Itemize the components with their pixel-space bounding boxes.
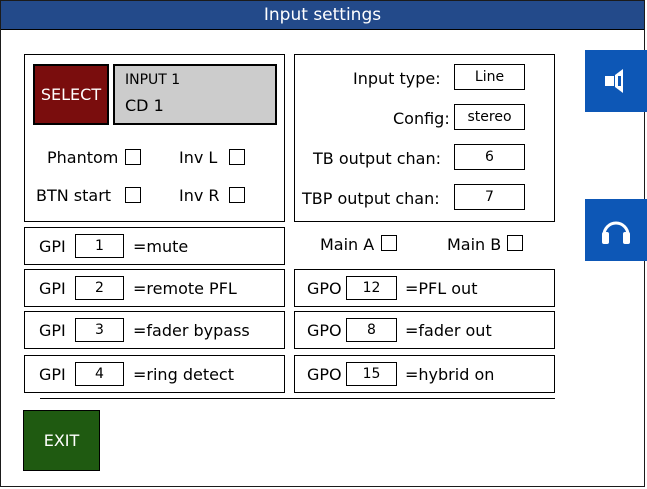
tbp-output-field[interactable]: 7: [454, 184, 525, 210]
gpi-row: GPI 3 =fader bypass: [24, 311, 285, 349]
gpo-number-field[interactable]: 15: [346, 362, 397, 386]
gpi-function: =ring detect: [133, 365, 234, 384]
gpo-number-field[interactable]: 12: [346, 276, 397, 300]
gpi-number-field[interactable]: 1: [75, 234, 124, 258]
tbp-output-label: TBP output chan:: [302, 189, 440, 208]
config-label: Config:: [393, 109, 450, 128]
gpi-prefix: GPI: [39, 279, 66, 298]
gpi-prefix: GPI: [39, 365, 66, 384]
inv-r-label: Inv R: [179, 186, 220, 205]
input-type-label: Input type:: [353, 69, 441, 88]
main-a-checkbox[interactable]: [381, 235, 397, 251]
gpi-row: GPI 1 =mute: [24, 227, 285, 265]
main-b-checkbox[interactable]: [507, 235, 523, 251]
gpi-prefix: GPI: [39, 321, 66, 340]
tb-output-field[interactable]: 6: [454, 144, 525, 170]
gpi-function: =mute: [133, 237, 189, 256]
gpo-function: =hybrid on: [405, 365, 495, 384]
gpi-number-field[interactable]: 4: [75, 362, 124, 386]
phantom-label: Phantom: [47, 148, 119, 167]
gpo-number-field[interactable]: 8: [346, 318, 397, 342]
gpo-prefix: GPO: [307, 365, 342, 384]
btn-start-checkbox[interactable]: [125, 187, 141, 203]
headphones-icon: [602, 221, 630, 244]
gpo-prefix: GPO: [307, 279, 342, 298]
gpo-row: GPO 12 =PFL out: [294, 269, 555, 307]
gpo-row: GPO 15 =hybrid on: [294, 355, 555, 393]
inv-l-checkbox[interactable]: [229, 149, 245, 165]
gpo-row: GPO 8 =fader out: [294, 311, 555, 349]
gpi-prefix: GPI: [39, 237, 66, 256]
speaker-button[interactable]: [585, 50, 647, 112]
input-type-field[interactable]: Line: [454, 64, 525, 90]
input-info-panel[interactable]: INPUT 1 CD 1: [113, 64, 277, 125]
main-a-label: Main A: [320, 235, 375, 254]
gpi-function: =fader bypass: [133, 321, 250, 340]
gpo-function: =PFL out: [405, 279, 478, 298]
config-field[interactable]: stereo: [454, 104, 525, 130]
headphones-button[interactable]: [585, 199, 647, 261]
phantom-checkbox[interactable]: [125, 149, 141, 165]
input-source: CD 1: [125, 96, 164, 115]
btn-start-label: BTN start: [36, 186, 112, 205]
gpo-function: =fader out: [405, 321, 492, 340]
divider: [40, 398, 555, 399]
gpi-row: GPI 4 =ring detect: [24, 355, 285, 393]
tb-output-label: TB output chan:: [313, 149, 441, 168]
inv-r-checkbox[interactable]: [229, 187, 245, 203]
input-name: INPUT 1: [125, 72, 181, 88]
gpi-function: =remote PFL: [133, 279, 237, 298]
select-button[interactable]: SELECT: [33, 64, 109, 125]
gpi-row: GPI 2 =remote PFL: [24, 269, 285, 307]
inv-l-label: Inv L: [179, 148, 218, 167]
gpo-prefix: GPO: [307, 321, 342, 340]
main-b-label: Main B: [447, 235, 502, 254]
exit-button[interactable]: EXIT: [23, 410, 100, 471]
gpi-number-field[interactable]: 3: [75, 318, 124, 342]
gpi-number-field[interactable]: 2: [75, 276, 124, 300]
speaker-icon: [605, 69, 623, 93]
window-title: Input settings: [1, 1, 644, 30]
